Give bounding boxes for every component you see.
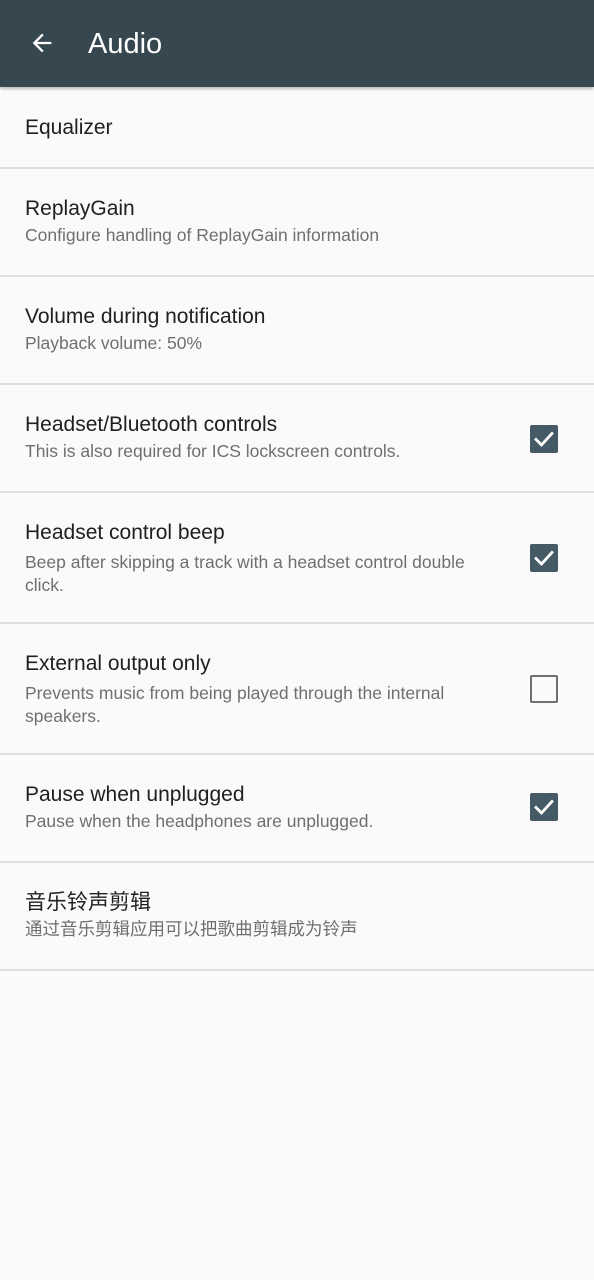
pref-summary: Configure handling of ReplayGain informa… bbox=[25, 225, 380, 245]
headset-beep-checkbox[interactable] bbox=[530, 544, 558, 572]
back-button[interactable] bbox=[18, 21, 66, 65]
check-icon bbox=[534, 799, 554, 816]
check-icon bbox=[534, 431, 554, 448]
pref-summary: Beep after skipping a track with a heads… bbox=[25, 552, 465, 595]
pref-external-output-only[interactable]: External output only Prevents music from… bbox=[0, 624, 594, 755]
page-title: Audio bbox=[88, 28, 163, 60]
check-icon bbox=[534, 550, 554, 567]
pref-title: Equalizer bbox=[25, 116, 113, 139]
pref-title: Headset control beep bbox=[25, 521, 225, 544]
pref-title: Volume during notification bbox=[25, 305, 266, 328]
headset-controls-checkbox[interactable] bbox=[530, 425, 558, 453]
pause-unplugged-checkbox[interactable] bbox=[530, 793, 558, 821]
arrow-left-icon bbox=[32, 33, 52, 53]
pref-volume-notification[interactable]: Volume during notification Playback volu… bbox=[0, 277, 594, 385]
pref-summary: Pause when the headphones are unplugged. bbox=[25, 811, 374, 831]
pref-summary: Playback volume: 50% bbox=[25, 333, 203, 353]
preferences-list: Equalizer ReplayGain Configure handling … bbox=[0, 87, 594, 971]
pref-equalizer[interactable]: Equalizer bbox=[0, 87, 594, 169]
pref-title: ReplayGain bbox=[25, 197, 135, 220]
pref-title: Pause when unplugged bbox=[25, 783, 245, 806]
pref-ringtone-editor[interactable]: 音乐铃声剪辑 通过音乐剪辑应用可以把歌曲剪辑成为铃声 bbox=[0, 863, 594, 971]
pref-replaygain[interactable]: ReplayGain Configure handling of ReplayG… bbox=[0, 169, 594, 277]
pref-headset-control-beep[interactable]: Headset control beep Beep after skipping… bbox=[0, 493, 594, 624]
pref-title: External output only bbox=[25, 652, 211, 675]
pref-headset-bluetooth-controls[interactable]: Headset/Bluetooth controls This is also … bbox=[0, 385, 594, 493]
pref-summary: 通过音乐剪辑应用可以把歌曲剪辑成为铃声 bbox=[25, 919, 358, 939]
pref-summary: Prevents music from being played through… bbox=[25, 683, 445, 726]
external-output-checkbox[interactable] bbox=[530, 675, 558, 703]
pref-summary: This is also required for ICS lockscreen… bbox=[25, 441, 401, 461]
pref-pause-when-unplugged[interactable]: Pause when unplugged Pause when the head… bbox=[0, 755, 594, 863]
pref-title: 音乐铃声剪辑 bbox=[25, 891, 151, 914]
app-bar: Audio bbox=[0, 0, 594, 87]
pref-title: Headset/Bluetooth controls bbox=[25, 413, 278, 436]
